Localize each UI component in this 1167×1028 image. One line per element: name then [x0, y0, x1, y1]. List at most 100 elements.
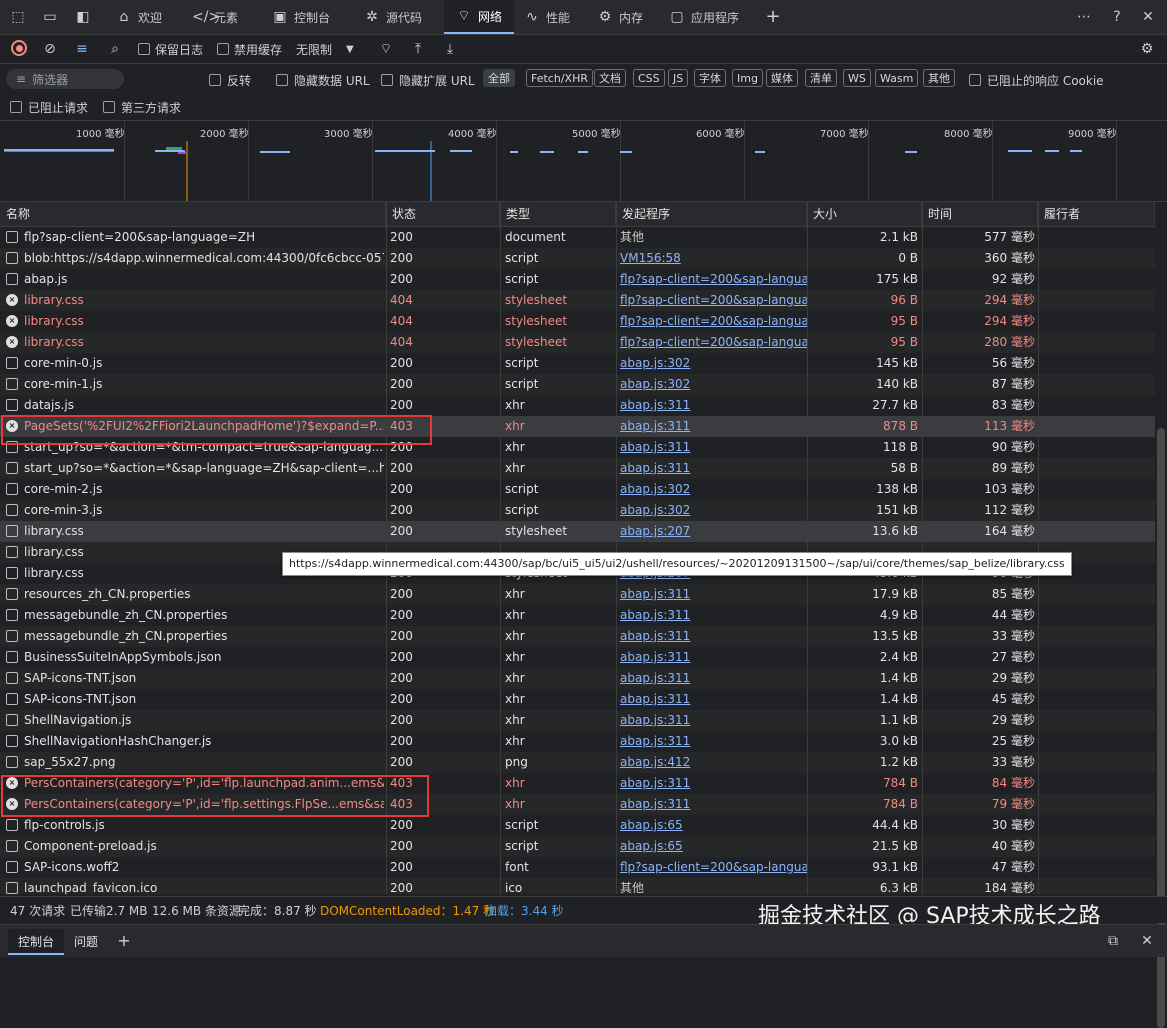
table-row[interactable]: Component-preload.js 200 script abap.js:65 2…: [0, 836, 1155, 857]
col-name-header[interactable]: 名称: [0, 202, 386, 226]
third-party-checkbox[interactable]: 第三方请求: [103, 97, 181, 117]
hide-data-urls-box[interactable]: [276, 74, 288, 86]
table-row[interactable]: core-min-2.js 200 script abap.js:302 138 kB 1…: [0, 479, 1155, 500]
type-filter-media[interactable]: 媒体: [766, 69, 798, 87]
dock-side-icon[interactable]: ◧: [75, 9, 91, 25]
hide-data-urls-checkbox[interactable]: 隐藏数据 URL: [276, 70, 370, 90]
table-row[interactable]: datajs.js 200 xhr abap.js:311 27.7 kB 83 毫秒: [0, 395, 1155, 416]
close-icon[interactable]: ✕: [1140, 9, 1156, 25]
request-initiator[interactable]: abap.js:311: [620, 416, 808, 437]
request-initiator[interactable]: abap.js:207: [620, 521, 808, 542]
request-initiator[interactable]: flp?sap-client=200&sap-language=: [620, 311, 808, 332]
request-initiator[interactable]: abap.js:311: [620, 794, 808, 815]
table-row[interactable]: × library.css 404 stylesheet flp?sap-client=…: [0, 332, 1155, 353]
add-drawer-tab-icon[interactable]: +: [116, 933, 132, 949]
col-initiator-header[interactable]: 发起程序: [616, 202, 807, 226]
request-initiator[interactable]: abap.js:311: [620, 773, 808, 794]
request-initiator[interactable]: abap.js:311: [620, 626, 808, 647]
network-conditions-icon[interactable]: ⌔: [378, 41, 394, 57]
request-initiator[interactable]: abap.js:302: [620, 374, 808, 395]
disable-cache-box[interactable]: [217, 43, 229, 55]
table-row[interactable]: sap_55x27.png 200 png abap.js:412 1.2 kB 33 毫…: [0, 752, 1155, 773]
help-icon[interactable]: ?: [1109, 9, 1125, 25]
request-initiator[interactable]: abap.js:311: [620, 731, 808, 752]
request-initiator[interactable]: abap.js:412: [620, 752, 808, 773]
type-filter-manifest[interactable]: 清单: [805, 69, 837, 87]
type-filter-js[interactable]: JS: [668, 69, 689, 87]
col-status-header[interactable]: 状态: [386, 202, 500, 226]
table-row[interactable]: × library.css 404 stylesheet flp?sap-client=…: [0, 311, 1155, 332]
table-row[interactable]: × library.css 404 stylesheet flp?sap-client=…: [0, 290, 1155, 311]
type-filter-fetch[interactable]: Fetch/XHR: [526, 69, 593, 87]
request-initiator[interactable]: abap.js:65: [620, 836, 808, 857]
request-initiator[interactable]: flp?sap-client=200&sap-language=: [620, 857, 808, 878]
table-row[interactable]: core-min-1.js 200 script abap.js:302 140 kB 8…: [0, 374, 1155, 395]
request-initiator[interactable]: abap.js:311: [620, 668, 808, 689]
request-initiator[interactable]: abap.js:311: [620, 689, 808, 710]
hide-ext-urls-box[interactable]: [381, 74, 393, 86]
import-har-icon[interactable]: ⤒: [410, 41, 426, 57]
request-initiator[interactable]: VM156:58: [620, 248, 808, 269]
vertical-scrollbar[interactable]: [1155, 202, 1167, 1028]
col-type-header[interactable]: 类型: [500, 202, 616, 226]
request-initiator[interactable]: flp?sap-client=200&sap-language=: [620, 332, 808, 353]
table-row[interactable]: library.css 200 stylesheet abap.js:207 13.6 …: [0, 521, 1155, 542]
type-filter-wasm[interactable]: Wasm: [875, 69, 919, 87]
preserve-log-checkbox[interactable]: 保留日志: [138, 39, 203, 59]
col-size-header[interactable]: 大小: [807, 202, 922, 226]
clear-icon[interactable]: ⊘: [42, 41, 58, 57]
type-filter-ws[interactable]: WS: [843, 69, 871, 87]
drawer-tab-issues[interactable]: 问题: [74, 929, 98, 955]
request-initiator[interactable]: flp?sap-client=200&sap-language=: [620, 269, 808, 290]
request-initiator[interactable]: abap.js:65: [620, 815, 808, 836]
tab-console[interactable]: ▣ 控制台: [272, 0, 330, 34]
table-row[interactable]: flp-controls.js 200 script abap.js:65 44.4 k…: [0, 815, 1155, 836]
type-filter-img[interactable]: Img: [732, 69, 763, 87]
filter-icon[interactable]: ≡: [74, 41, 90, 57]
export-har-icon[interactable]: ⤓: [442, 41, 458, 57]
tab-application[interactable]: ▢ 应用程序: [669, 0, 739, 34]
close-drawer-icon[interactable]: ✕: [1139, 933, 1155, 949]
disable-cache-checkbox[interactable]: 禁用缓存: [217, 39, 282, 59]
table-row[interactable]: SAP-icons.woff2 200 font flp?sap-client=200…: [0, 857, 1155, 878]
blocked-cookies-box[interactable]: [969, 74, 981, 86]
table-row[interactable]: resources_zh_CN.properties 200 xhr abap.js:…: [0, 584, 1155, 605]
timeline-overview[interactable]: 1000 毫秒 2000 毫秒 3000 毫秒 4000 毫秒 5000 毫秒 …: [0, 121, 1167, 202]
request-initiator[interactable]: abap.js:302: [620, 500, 808, 521]
table-row[interactable]: BusinessSuiteInAppSymbols.json 200 xhr abap…: [0, 647, 1155, 668]
invert-checkbox[interactable]: 反转: [209, 70, 251, 90]
drawer-tab-console[interactable]: 控制台: [8, 929, 65, 955]
table-row[interactable]: ShellNavigationHashChanger.js 200 xhr abap.…: [0, 731, 1155, 752]
request-initiator[interactable]: abap.js:311: [620, 605, 808, 626]
blocked-requests-box[interactable]: [10, 101, 22, 113]
type-filter-doc[interactable]: 文档: [594, 69, 626, 87]
blocked-cookies-checkbox[interactable]: 已阻止的响应 Cookie: [969, 70, 1104, 90]
table-row[interactable]: flp?sap-client=200&sap-language=ZH 200 doc…: [0, 227, 1155, 248]
throttle-select[interactable]: 无限制 ▼: [296, 39, 354, 59]
table-row[interactable]: SAP-icons-TNT.json 200 xhr abap.js:311 1.4 k…: [0, 689, 1155, 710]
blocked-requests-checkbox[interactable]: 已阻止请求: [10, 97, 88, 117]
tab-network[interactable]: ⌔ 网络: [444, 0, 515, 34]
hide-ext-urls-checkbox[interactable]: 隐藏扩展 URL: [381, 70, 475, 90]
more-options-icon[interactable]: ⋯: [1076, 9, 1092, 25]
type-filter-other[interactable]: 其他: [923, 69, 955, 87]
add-tab-icon[interactable]: +: [765, 8, 781, 26]
tab-welcome[interactable]: ⌂ 欢迎: [116, 0, 162, 34]
table-row[interactable]: messagebundle_zh_CN.properties 200 xhr abap…: [0, 605, 1155, 626]
device-toolbar-icon[interactable]: ▭: [42, 9, 58, 25]
table-row[interactable]: ShellNavigation.js 200 xhr abap.js:311 1.1 k…: [0, 710, 1155, 731]
col-time-header[interactable]: 时间: [922, 202, 1038, 226]
request-initiator[interactable]: abap.js:302: [620, 353, 808, 374]
record-icon[interactable]: [11, 40, 27, 56]
type-filter-css[interactable]: CSS: [633, 69, 665, 87]
table-row[interactable]: abap.js 200 script flp?sap-client=200&sap-l…: [0, 269, 1155, 290]
table-row[interactable]: blob:https://s4dapp.winnermedical.com:44…: [0, 248, 1155, 269]
request-initiator[interactable]: abap.js:311: [620, 647, 808, 668]
filter-input[interactable]: ≡ 筛选器: [6, 69, 124, 89]
type-filter-font[interactable]: 字体: [694, 69, 726, 87]
request-initiator[interactable]: abap.js:311: [620, 458, 808, 479]
table-row[interactable]: core-min-3.js 200 script abap.js:302 151 kB 1…: [0, 500, 1155, 521]
preserve-log-box[interactable]: [138, 43, 150, 55]
invert-box[interactable]: [209, 74, 221, 86]
tab-memory[interactable]: ⚙ 内存: [597, 0, 643, 34]
